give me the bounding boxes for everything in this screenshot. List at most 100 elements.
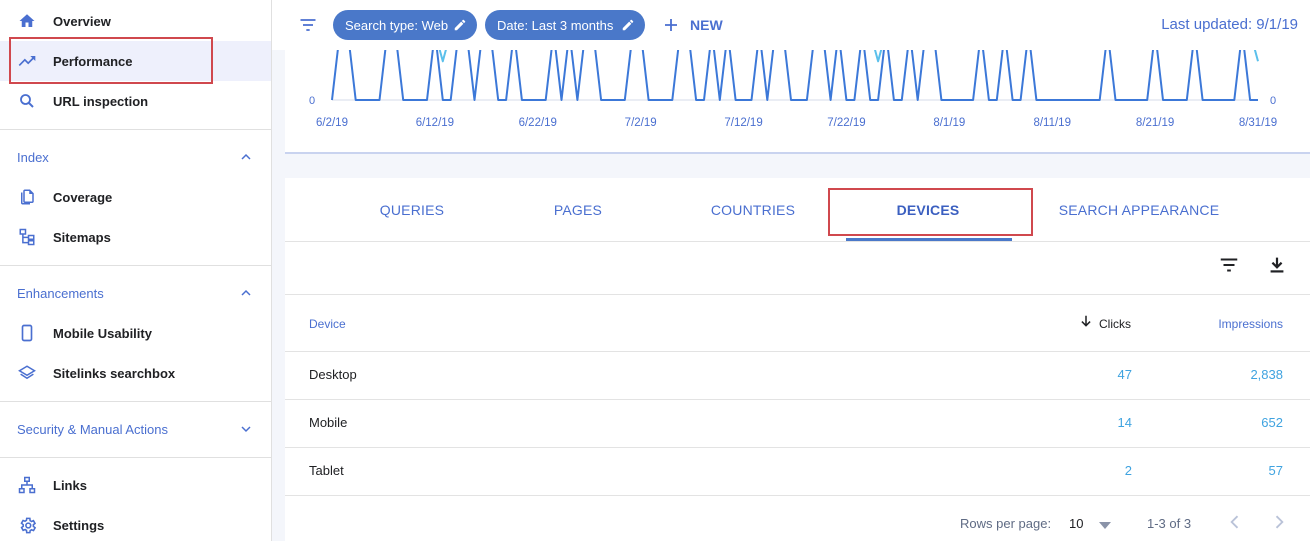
x-tick-label: 6/2/19 <box>316 117 348 129</box>
divider <box>0 129 271 130</box>
x-tick-label: 8/21/19 <box>1136 117 1174 129</box>
rows-per-page-select[interactable]: 10 <box>1068 512 1116 534</box>
sidebar-item-sitelinks-searchbox[interactable]: Sitelinks searchbox <box>0 353 271 393</box>
x-tick-label: 8/1/19 <box>933 117 965 129</box>
cell-device: Mobile <box>309 415 348 430</box>
links-icon <box>17 475 37 495</box>
cell-device: Tablet <box>309 463 344 478</box>
cell-clicks: 14 <box>1117 415 1132 430</box>
top-bar: Search type: Web Date: Last 3 months NEW… <box>272 0 1310 50</box>
new-filter-button[interactable]: NEW <box>662 12 723 38</box>
table-row[interactable]: Mobile 14 652 <box>285 400 1310 447</box>
sitemap-icon <box>17 227 37 247</box>
y-tick-right: 0 <box>1270 95 1276 107</box>
section-label: Security & Manual Actions <box>17 421 169 437</box>
search-type-chip[interactable]: Search type: Web <box>333 10 477 40</box>
section-label: Index <box>17 149 49 165</box>
pagination-range: 1-3 of 3 <box>1147 516 1192 531</box>
x-tick-label: 7/2/19 <box>625 117 657 129</box>
sidebar-item-label: Sitelinks searchbox <box>53 365 176 381</box>
sidebar-item-settings[interactable]: Settings <box>0 505 271 541</box>
chevron-up-icon <box>241 153 251 160</box>
pencil-icon <box>622 19 634 31</box>
column-header-device[interactable]: Device <box>309 317 346 331</box>
column-header-impressions[interactable]: Impressions <box>1218 317 1283 331</box>
tab-label: SEARCH APPEARANCE <box>1058 202 1220 218</box>
series-line <box>438 50 1259 63</box>
chevron-up-icon <box>241 289 251 296</box>
filter-icon[interactable] <box>1218 254 1240 276</box>
chevron-left-icon[interactable] <box>1225 512 1245 532</box>
mobile-icon <box>17 323 37 343</box>
section-label: Enhancements <box>17 285 104 301</box>
report-table-card: QUERIES PAGES COUNTRIES DEVICES SEARCH A… <box>285 178 1310 541</box>
search-icon <box>17 91 37 111</box>
cell-impressions: 57 <box>1268 463 1283 478</box>
rows-per-page-value: 10 <box>1069 516 1084 531</box>
table-row[interactable]: Desktop 47 2,838 <box>285 352 1310 399</box>
line-chart: 0 06/2/19 6/12/19 6/22/19 7/2/19 7/12/19 7/22/… <box>309 50 1277 129</box>
series-line <box>331 50 1258 101</box>
section-enhancements[interactable]: Enhancements <box>0 273 271 313</box>
download-icon[interactable] <box>1266 254 1288 276</box>
sidebar-item-mobile-usability[interactable]: Mobile Usability <box>0 313 271 353</box>
divider <box>285 294 1310 295</box>
sidebar-item-label: Sitemaps <box>53 229 111 245</box>
sidebar: Overview Performance URL inspection Inde… <box>0 0 272 541</box>
arrow-down-icon[interactable] <box>1079 314 1093 328</box>
home-icon <box>17 11 37 31</box>
chevron-right-icon[interactable] <box>1269 512 1289 532</box>
cell-impressions: 2,838 <box>1250 367 1283 382</box>
tab-countries[interactable]: COUNTRIES <box>673 178 833 242</box>
divider <box>285 495 1310 496</box>
x-tick-label: 7/22/19 <box>827 117 865 129</box>
y-tick-left: 0 <box>309 95 315 107</box>
sidebar-item-links[interactable]: Links <box>0 465 271 505</box>
layers-icon <box>17 363 37 383</box>
date-range-chip[interactable]: Date: Last 3 months <box>485 10 645 40</box>
cell-device: Desktop <box>309 367 357 382</box>
column-header-clicks[interactable]: Clicks <box>1099 317 1131 331</box>
tab-label: COUNTRIES <box>710 202 796 218</box>
highlight-box-performance <box>9 37 213 84</box>
file-copy-icon <box>17 187 37 207</box>
sidebar-item-label: Mobile Usability <box>53 325 152 341</box>
pencil-icon <box>454 19 466 31</box>
table-row[interactable]: Tablet 2 57 <box>285 448 1310 495</box>
sidebar-item-label: Settings <box>53 517 105 533</box>
section-index[interactable]: Index <box>0 137 271 177</box>
chip-label: Search type: Web <box>345 17 449 33</box>
divider <box>0 401 271 402</box>
x-tick-label: 6/12/19 <box>416 117 454 129</box>
sidebar-item-label: Overview <box>53 13 111 29</box>
highlight-box-devices <box>828 188 1033 236</box>
x-tick-label: 7/12/19 <box>724 117 762 129</box>
tab-queries[interactable]: QUERIES <box>332 178 492 242</box>
divider <box>285 241 1310 242</box>
cell-impressions: 652 <box>1261 415 1283 430</box>
x-tick-label: 8/11/19 <box>1033 117 1071 129</box>
chevron-down-icon <box>241 426 251 433</box>
x-tick-label: 8/31/19 <box>1239 117 1277 129</box>
tab-search-appearance[interactable]: SEARCH APPEARANCE <box>1054 178 1224 242</box>
dropdown-arrow-icon <box>1099 522 1111 529</box>
sidebar-item-coverage[interactable]: Coverage <box>0 177 271 217</box>
section-security-manual-actions[interactable]: Security & Manual Actions <box>0 409 271 449</box>
x-tick-label: 6/22/19 <box>519 117 557 129</box>
filter-icon[interactable] <box>298 15 318 35</box>
tab-label: QUERIES <box>379 202 445 218</box>
sidebar-item-label: URL inspection <box>53 93 149 109</box>
chip-label: Date: Last 3 months <box>497 17 614 33</box>
sidebar-item-overview[interactable]: Overview <box>0 1 271 41</box>
tab-pages[interactable]: PAGES <box>498 178 658 242</box>
tab-label: PAGES <box>553 202 603 218</box>
divider <box>0 457 271 458</box>
cell-clicks: 2 <box>1124 463 1132 478</box>
sidebar-item-url-inspection[interactable]: URL inspection <box>0 81 271 121</box>
sidebar-item-sitemaps[interactable]: Sitemaps <box>0 217 271 257</box>
sidebar-item-label: Coverage <box>53 189 113 205</box>
last-updated-text: Last updated: 9/1/19 <box>1161 16 1298 33</box>
new-button-label: NEW <box>690 17 723 33</box>
rows-per-page-label: Rows per page: <box>960 516 1052 531</box>
plus-icon <box>665 19 677 31</box>
